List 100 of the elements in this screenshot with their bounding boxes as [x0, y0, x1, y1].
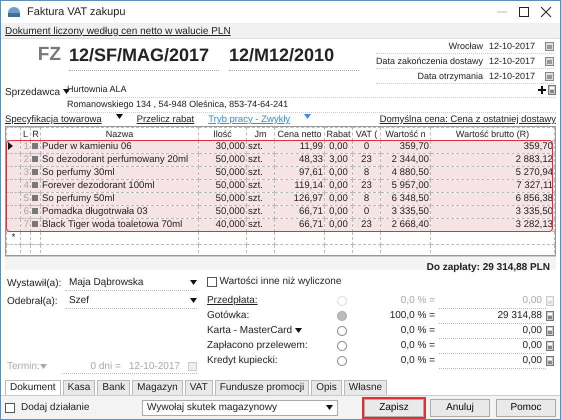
caret-icon[interactable] [116, 114, 123, 119]
tab[interactable]: Kasa [62, 380, 96, 396]
percent-field[interactable]: 100,0 % = [359, 308, 439, 324]
table-cell: 0,00 [324, 179, 352, 192]
table-cell: 3 335,50 [430, 205, 554, 218]
caret-icon[interactable] [190, 280, 197, 286]
checkbox-label: Wartości inne niż wyliczone [220, 275, 342, 290]
save-button[interactable]: Zapisz [364, 398, 424, 417]
table-cell: 0,00 [324, 205, 352, 218]
cancel-button[interactable]: Anuluj [430, 398, 490, 417]
external-number[interactable]: 12/M12/2010 [229, 40, 359, 71]
table-cell: 359,70 [430, 140, 554, 154]
calculator-icon[interactable] [546, 340, 554, 351]
square-icon [32, 208, 38, 214]
table-cell: 50,000 [198, 192, 246, 206]
effect-select[interactable]: Wywołaj skutek magazynowy [142, 400, 338, 416]
close-icon[interactable] [538, 4, 554, 19]
table-cell: 0,00 [324, 218, 352, 232]
column-header[interactable]: Wartość n [380, 127, 430, 140]
caret-icon[interactable] [190, 298, 197, 304]
column-header[interactable]: Jm [246, 127, 274, 140]
checkbox[interactable] [5, 402, 15, 413]
tab[interactable]: Fundusze promocji [214, 380, 310, 396]
window-title: Faktura VAT zakupu [27, 4, 126, 20]
tab[interactable]: Bank [97, 380, 130, 396]
square-icon [32, 221, 38, 228]
date-field[interactable]: 12-10-2017 [489, 54, 539, 68]
radio-button[interactable] [337, 340, 347, 351]
column-header[interactable]: Ilość [198, 127, 246, 140]
table-cell: 6 856,38 [430, 192, 554, 206]
table-cell: 4 880,50 [380, 166, 430, 180]
table-cell: 66,71 [274, 218, 324, 232]
calculator-icon[interactable] [548, 84, 556, 95]
table-cell: szt. [246, 140, 274, 154]
tab[interactable]: Dokument [5, 380, 61, 396]
calculator-icon[interactable] [546, 356, 554, 366]
tab[interactable]: Opis [311, 380, 342, 396]
column-header[interactable]: Nazwa [40, 127, 198, 140]
default-price-link[interactable]: Domyślna cena: Cena z ostatniej dostawy [380, 114, 556, 125]
table-cell: 3 335,50 [380, 205, 430, 218]
tab[interactable]: Własne [344, 380, 388, 396]
table-cell: 359,70 [380, 140, 430, 154]
date-field[interactable]: 12-10-2017 [489, 70, 539, 84]
square-icon [32, 156, 38, 162]
calculator-icon[interactable] [546, 310, 554, 321]
receiver-select[interactable]: Szef [65, 294, 197, 309]
column-header[interactable]: VAT ( [352, 127, 380, 140]
tab[interactable]: Magazyn [132, 380, 183, 396]
table-cell: Puder w kamieniu 06 [40, 140, 198, 154]
table-cell: 0 [352, 140, 380, 154]
seller-label[interactable]: Sprzedawca [5, 86, 60, 98]
specification-menu[interactable]: Specyfikacja towarowa [5, 114, 102, 125]
document-number[interactable]: 12/SF/MAG/2017 [69, 40, 219, 71]
date-field[interactable]: 12-10-2017 [489, 40, 539, 54]
table-cell: szt. [246, 179, 274, 192]
recalc-link[interactable]: Przelicz rabat [136, 114, 194, 125]
table-cell: 23 [352, 179, 380, 192]
table-cell: 66,71 [274, 205, 324, 218]
issuer-label: Wystawił(a): [7, 276, 62, 291]
calculator-icon[interactable] [546, 326, 554, 336]
table-cell: 5 270,94 [430, 166, 554, 180]
column-header[interactable]: Cena netto [274, 127, 324, 140]
table-cell: szt. [246, 205, 274, 218]
caret-icon[interactable] [326, 405, 333, 410]
help-button[interactable]: Pomoc [496, 398, 556, 417]
column-header[interactable]: R [30, 127, 40, 140]
payment-method-select[interactable]: Karta - MasterCard [207, 323, 337, 338]
tab[interactable]: VAT [184, 380, 213, 396]
table-cell: Pomadka długotrwała 03 [40, 205, 198, 218]
square-icon [32, 182, 38, 188]
current-row-icon [8, 142, 13, 150]
table-cell: 2 344,00 [380, 153, 430, 166]
radio-button[interactable] [337, 356, 347, 366]
percent-field[interactable]: 0,0 % = [359, 353, 439, 368]
percent-field[interactable]: 0,0 % = [359, 338, 439, 354]
radio-button[interactable] [337, 310, 347, 321]
table-cell: 23 [352, 153, 380, 166]
table-cell: 8 [352, 166, 380, 180]
table-cell: szt. [246, 166, 274, 180]
maximize-icon[interactable] [516, 4, 532, 19]
date-label: Wrocław [448, 40, 483, 53]
table-cell: 7 327,11 [430, 179, 554, 192]
table-cell: szt. [246, 153, 274, 166]
column-header[interactable]: L [20, 127, 30, 140]
plus-icon[interactable] [538, 86, 546, 94]
column-header[interactable]: Rabat [324, 127, 352, 140]
square-icon [32, 169, 38, 176]
radio-button[interactable] [337, 326, 347, 336]
table-cell: szt. [246, 192, 274, 206]
checkbox[interactable] [207, 276, 217, 287]
column-header[interactable]: Wartość brutto (R) [430, 127, 554, 140]
seller-name[interactable]: Hurtownia ALA [67, 82, 538, 96]
table-cell: 126,97 [274, 192, 324, 206]
issuer-select[interactable]: Maja Dąbrowska [65, 276, 197, 291]
table-cell: 50,000 [198, 166, 246, 180]
table-cell: Black Tiger woda toaletowa 70ml [40, 218, 198, 232]
app-logo-icon [7, 6, 21, 18]
caret-icon[interactable] [294, 328, 302, 333]
percent-field[interactable]: 0,0 % = [359, 323, 439, 338]
payment-label: Kredyt kupiecki: [207, 354, 279, 368]
